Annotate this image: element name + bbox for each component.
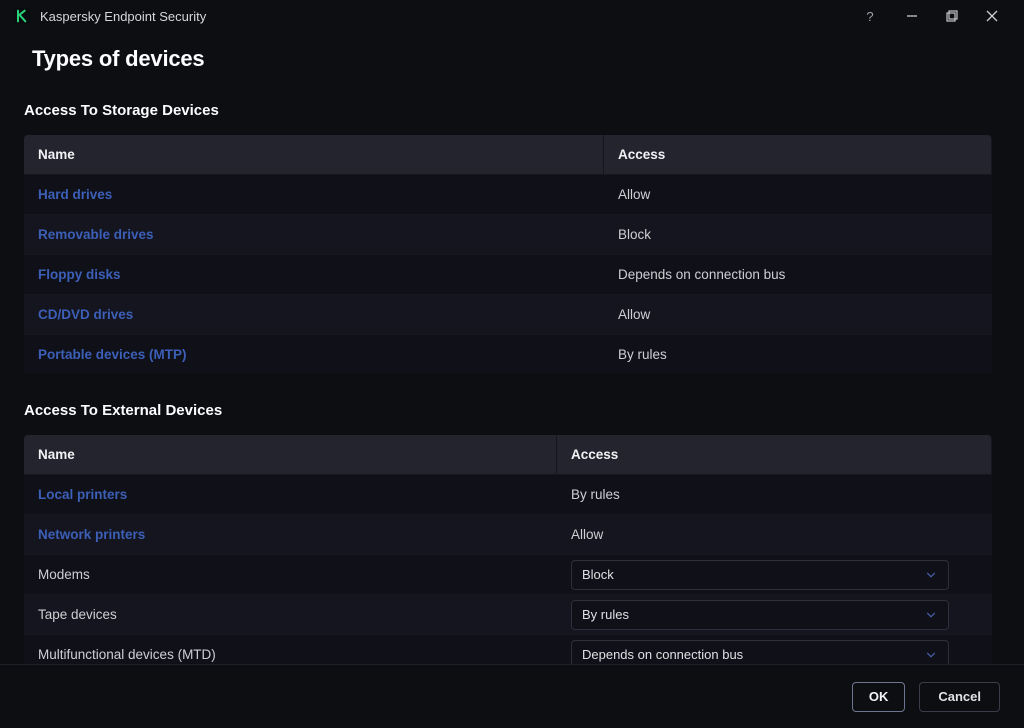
device-access-cell: Allow xyxy=(604,174,963,214)
device-access-cell: By rules xyxy=(604,334,963,374)
access-text: Depends on connection bus xyxy=(618,267,785,282)
storage-devices-table: Name Access Hard drives Allow Removable dr… xyxy=(24,135,992,374)
device-name-cell: Network printers xyxy=(24,514,557,554)
row-end xyxy=(963,474,992,514)
close-icon xyxy=(986,10,998,22)
device-access-cell: By rules xyxy=(557,474,963,514)
section-title-external: Access To External Devices xyxy=(24,402,1000,419)
device-link[interactable]: Portable devices (MTP) xyxy=(38,347,187,362)
device-name-cell: Floppy disks xyxy=(24,254,604,294)
device-access-cell: Allow xyxy=(557,514,963,554)
device-name-cell: Modems xyxy=(24,554,557,594)
row-end xyxy=(963,594,992,634)
row-end xyxy=(963,174,992,214)
cancel-button[interactable]: Cancel xyxy=(919,682,1000,712)
device-name-cell: Hard drives xyxy=(24,174,604,214)
row-end xyxy=(963,294,992,334)
device-label: Multifunctional devices (MTD) xyxy=(38,647,216,662)
device-name-cell: Portable devices (MTP) xyxy=(24,334,604,374)
device-label: Tape devices xyxy=(38,607,117,622)
row-end xyxy=(963,514,992,554)
access-text: By rules xyxy=(618,347,667,362)
chevron-down-icon xyxy=(924,608,938,622)
app-title: Kaspersky Endpoint Security xyxy=(40,9,206,24)
external-col-access[interactable]: Access xyxy=(557,435,963,474)
device-link[interactable]: Local printers xyxy=(38,487,127,502)
storage-col-end xyxy=(963,135,992,174)
section-title-storage: Access To Storage Devices xyxy=(24,102,1000,119)
device-name-cell: Multifunctional devices (MTD) xyxy=(24,634,557,664)
maximize-button[interactable] xyxy=(932,2,972,30)
device-access-cell: Block xyxy=(604,214,963,254)
device-link[interactable]: Hard drives xyxy=(38,187,112,202)
table-row: Portable devices (MTP) By rules xyxy=(24,334,992,374)
access-text: Allow xyxy=(618,307,650,322)
row-end xyxy=(963,334,992,374)
access-select[interactable]: Depends on connection bus xyxy=(571,640,949,665)
access-text: Block xyxy=(618,227,651,242)
ok-button[interactable]: OK xyxy=(852,682,906,712)
device-name-cell: CD/DVD drives xyxy=(24,294,604,334)
table-row: CD/DVD drives Allow xyxy=(24,294,992,334)
access-select-value: Depends on connection bus xyxy=(582,647,743,662)
device-access-cell: Depends on connection bus xyxy=(604,254,963,294)
row-end xyxy=(963,554,992,594)
titlebar: Kaspersky Endpoint Security ? xyxy=(0,0,1024,32)
device-link[interactable]: CD/DVD drives xyxy=(38,307,133,322)
dialog-footer: OK Cancel xyxy=(0,664,1024,728)
access-select-value: By rules xyxy=(582,607,629,622)
row-end xyxy=(963,214,992,254)
storage-col-access[interactable]: Access xyxy=(604,135,963,174)
device-name-cell: Removable drives xyxy=(24,214,604,254)
access-select-value: Block xyxy=(582,567,614,582)
app-logo-icon xyxy=(14,8,30,24)
external-devices-table: Name Access Local printers By rules Networ… xyxy=(24,435,992,664)
device-link[interactable]: Floppy disks xyxy=(38,267,121,282)
table-row: Modems Block xyxy=(24,554,992,594)
table-row: Local printers By rules xyxy=(24,474,992,514)
table-row: Floppy disks Depends on connection bus xyxy=(24,254,992,294)
device-access-cell: Block xyxy=(557,554,963,594)
table-row: Multifunctional devices (MTD) Depends on … xyxy=(24,634,992,664)
minimize-icon xyxy=(906,10,918,22)
maximize-icon xyxy=(946,10,958,22)
device-label: Modems xyxy=(38,567,90,582)
close-button[interactable] xyxy=(972,2,1012,30)
table-row: Tape devices By rules xyxy=(24,594,992,634)
device-access-cell: Allow xyxy=(604,294,963,334)
chevron-down-icon xyxy=(924,568,938,582)
device-access-cell: By rules xyxy=(557,594,963,634)
external-col-name[interactable]: Name xyxy=(24,435,557,474)
table-row: Hard drives Allow xyxy=(24,174,992,214)
device-name-cell: Tape devices xyxy=(24,594,557,634)
minimize-button[interactable] xyxy=(892,2,932,30)
access-text: Allow xyxy=(618,187,650,202)
row-end xyxy=(963,634,992,664)
table-row: Removable drives Block xyxy=(24,214,992,254)
device-link[interactable]: Removable drives xyxy=(38,227,154,242)
help-icon: ? xyxy=(866,9,873,24)
row-end xyxy=(963,254,992,294)
external-col-end xyxy=(963,435,992,474)
content-scroll[interactable]: Types of devices Access To Storage Devic… xyxy=(0,32,1024,664)
device-link[interactable]: Network printers xyxy=(38,527,145,542)
chevron-down-icon xyxy=(924,648,938,662)
help-button[interactable]: ? xyxy=(852,2,888,30)
page-title: Types of devices xyxy=(32,46,1000,72)
access-text: Allow xyxy=(571,527,603,542)
access-select[interactable]: Block xyxy=(571,560,949,590)
table-row: Network printers Allow xyxy=(24,514,992,554)
storage-col-name[interactable]: Name xyxy=(24,135,604,174)
access-text: By rules xyxy=(571,487,620,502)
device-name-cell: Local printers xyxy=(24,474,557,514)
device-access-cell: Depends on connection bus xyxy=(557,634,963,664)
access-select[interactable]: By rules xyxy=(571,600,949,630)
